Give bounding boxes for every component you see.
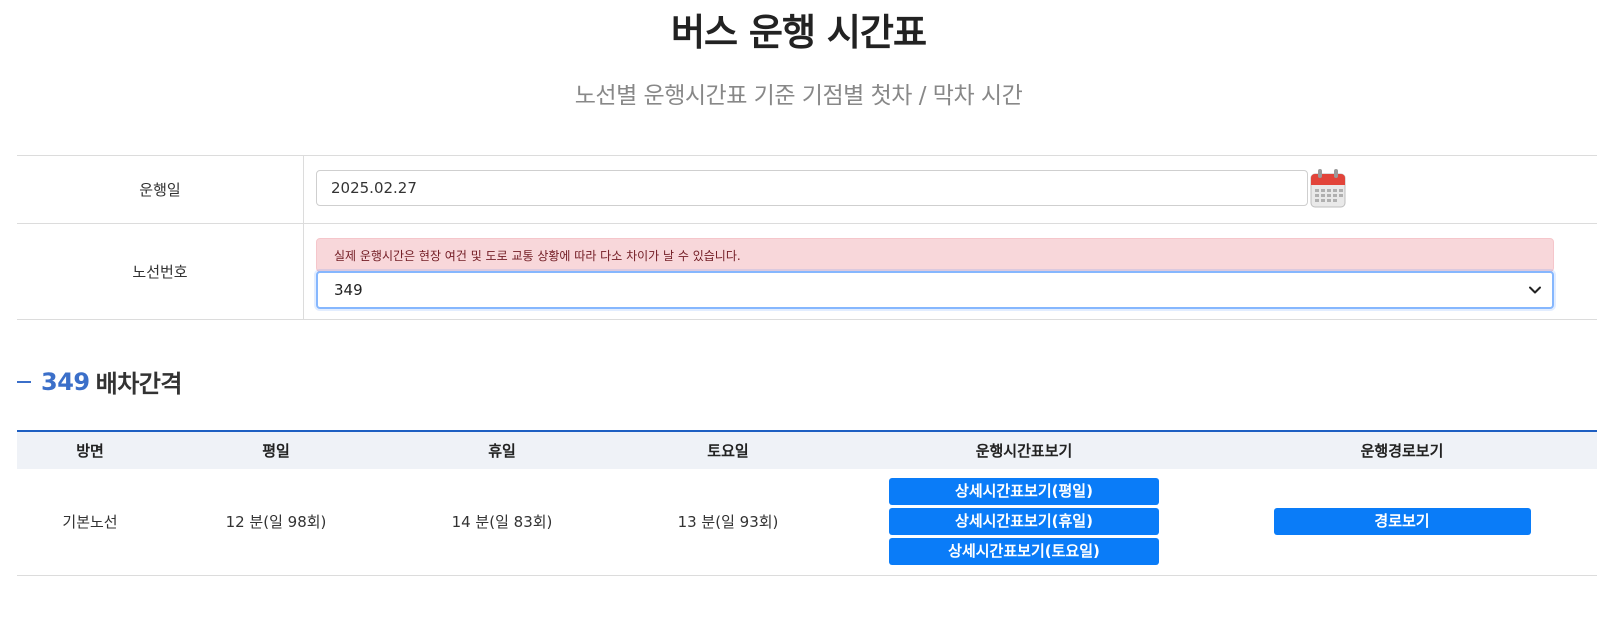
page-title: 버스 운행 시간표 (670, 11, 927, 54)
col-header-route: 운행경로보기 (1360, 442, 1444, 460)
route-label: 노선번호 (17, 224, 304, 319)
interval-table: 방면 평일 휴일 토요일 운행시간표보기 운행경로보기 기본노선 12 분(일 … (17, 430, 1597, 576)
cell-holiday: 14 분(일 83회) (451, 513, 553, 532)
col-header-weekday: 평일 (262, 442, 290, 460)
saturday-schedule-button[interactable]: 상세시간표보기(토요일) (889, 538, 1159, 566)
calendar-icon[interactable] (1310, 168, 1346, 208)
date-input[interactable]: 2025.02.27 (316, 170, 1308, 206)
cell-saturday: 13 분(일 93회) (677, 513, 779, 532)
date-row: 운행일 2025.02.27 (17, 156, 1597, 224)
table-row: 기본노선 12 분(일 98회) 14 분(일 83회) 13 분(일 93회)… (17, 469, 1597, 575)
chevron-down-icon (1529, 286, 1541, 294)
col-header-schedule: 운행시간표보기 (975, 442, 1073, 460)
search-form: 운행일 2025.02.27 노선번호 실제 운행시간은 현장 여건 및 도로 … (17, 155, 1597, 320)
notice-alert: 실제 운행시간은 현장 여건 및 도로 교통 상황에 따라 다소 차이가 날 수… (316, 238, 1554, 272)
cell-weekday: 12 분(일 98회) (225, 513, 327, 532)
weekday-schedule-button[interactable]: 상세시간표보기(평일) (889, 478, 1159, 506)
heading-dash (17, 380, 31, 383)
notice-text: 실제 운행시간은 현장 여건 및 도로 교통 상황에 따라 다소 차이가 날 수… (334, 248, 741, 263)
page-subtitle: 노선별 운행시간표 기준 기점별 첫차 / 막차 시간 (574, 83, 1023, 109)
col-header-direction: 방면 (76, 442, 104, 460)
cell-direction: 기본노선 (62, 513, 118, 532)
date-label: 운행일 (17, 156, 304, 223)
holiday-schedule-button[interactable]: 상세시간표보기(휴일) (889, 508, 1159, 536)
table-header-row: 방면 평일 휴일 토요일 운행시간표보기 운행경로보기 (17, 431, 1597, 469)
heading-route-number: 349 (41, 367, 90, 396)
route-selected-value: 349 (334, 281, 363, 299)
cell-route-button: 경로보기 (1207, 469, 1597, 575)
date-value: 2025.02.27 (331, 179, 417, 197)
heading-text: 배차간격 (95, 370, 183, 398)
col-header-saturday: 토요일 (707, 442, 749, 460)
view-route-button[interactable]: 경로보기 (1273, 508, 1531, 536)
route-row: 노선번호 실제 운행시간은 현장 여건 및 도로 교통 상황에 따라 다소 차이… (17, 224, 1597, 320)
section-heading: 349 배차간격 (17, 364, 182, 399)
route-select[interactable]: 349 (316, 271, 1554, 309)
cell-schedule-buttons: 상세시간표보기(평일) 상세시간표보기(휴일) 상세시간표보기(토요일) (841, 469, 1207, 575)
col-header-holiday: 휴일 (488, 442, 516, 460)
